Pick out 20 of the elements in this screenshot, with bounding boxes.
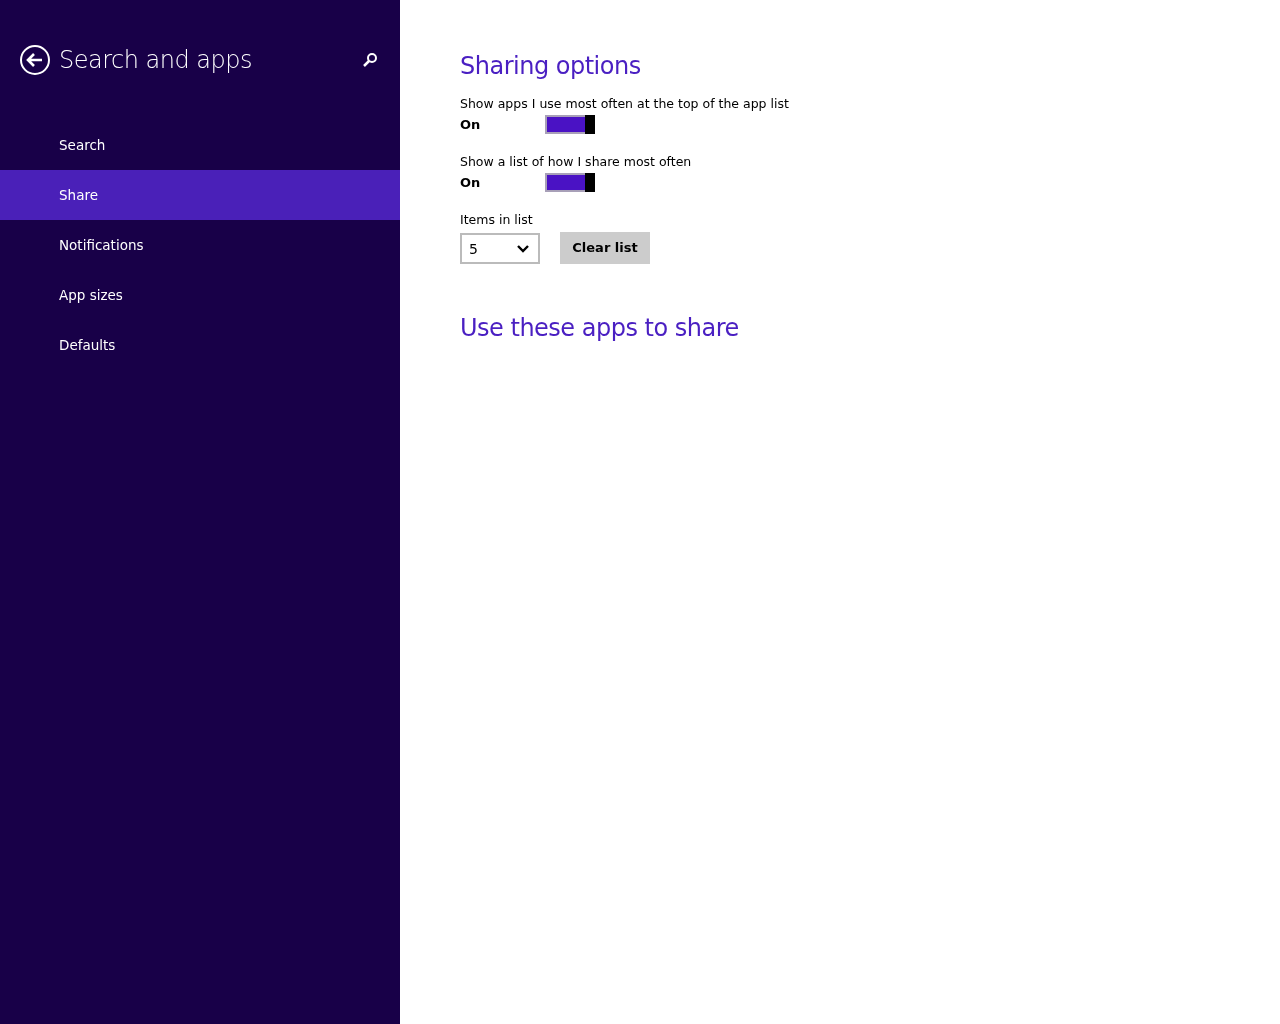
search-icon[interactable]	[362, 52, 378, 68]
page-title: Search and apps	[59, 46, 254, 74]
setting-label: Items in list	[460, 212, 534, 227]
back-icon[interactable]	[19, 44, 51, 76]
nav-item[interactable]: Share	[0, 170, 400, 220]
nav-item[interactable]: Defaults	[0, 320, 400, 370]
toggle-state: On	[460, 117, 482, 132]
section-heading: Sharing options	[460, 52, 642, 80]
toggle-switch[interactable]	[545, 115, 595, 134]
chevron-down-icon	[517, 244, 529, 253]
toggle-switch[interactable]	[545, 173, 595, 192]
section-heading: Use these apps to share	[460, 314, 740, 342]
toggle-state: On	[460, 175, 482, 190]
setting-label: Show apps I use most often at the top of the app list	[460, 96, 790, 111]
clear-list-button[interactable]: Clear list	[560, 231, 650, 264]
nav-item[interactable]: Notifications	[0, 220, 400, 270]
nav-item[interactable]: App sizes	[0, 270, 400, 320]
nav-item[interactable]: Search	[0, 120, 400, 170]
dropdown[interactable]: 5	[460, 233, 540, 264]
setting-label: Show a list of how I share most often	[460, 154, 693, 169]
